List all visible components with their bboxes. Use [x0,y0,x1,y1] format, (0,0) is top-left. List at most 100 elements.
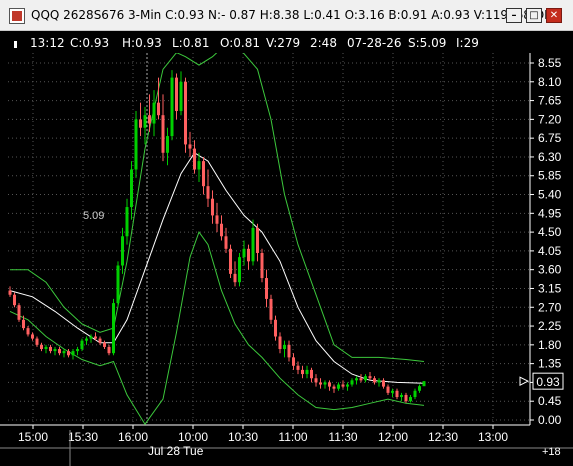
candle-down [31,334,34,339]
close-button[interactable]: ✕ [546,8,562,23]
candle-down [26,328,30,335]
y-tick-label: 5.40 [538,188,562,202]
y-tick-label: 8.10 [538,75,562,89]
minimize-button[interactable]: – [506,8,522,23]
x-tick-label: 15:30 [68,430,98,444]
candle-up [238,257,241,283]
candle-down [107,346,111,354]
candle-up [121,236,124,266]
y-tick-label: 2.70 [538,300,562,314]
scroll-marker-icon[interactable] [14,41,17,48]
candle-down [94,336,97,339]
x-tick-label: 12:00 [378,430,408,444]
candle-up [143,115,147,128]
app-icon[interactable] [9,8,25,24]
candle-up [418,386,421,391]
x-tick-label: 11:30 [328,430,357,444]
candle-up [337,384,340,389]
window-titlebar: QQQ 2628S676 3-Min C:0.93 N:- 0.87 H:8.3… [0,0,573,31]
candle-up [400,394,403,398]
chart-annotation: 5.09 [83,210,104,222]
candle-down [175,77,178,112]
candle-down [35,338,39,345]
status-open: O:0.81 [220,36,260,50]
candle-down [260,252,264,279]
candle-up [242,248,246,258]
candle-up [409,397,412,402]
candle-up [377,380,381,383]
y-tick-label: 8.55 [538,56,562,70]
candle-up [197,161,201,170]
x-tick-label: 11:00 [278,430,307,444]
y-tick-label: 6.75 [538,131,562,145]
y-tick-label: 7.20 [538,112,562,126]
candle-up [125,207,129,237]
x-tick-label: 10:30 [228,430,258,444]
candle-down [17,305,21,320]
candle-down [287,344,291,358]
candle-up [76,349,79,352]
window-title: QQQ 2628S676 3-Min C:0.93 N:- 0.87 H:8.3… [31,8,560,22]
candle-up [112,303,115,354]
candle-down [301,369,304,375]
maximize-button[interactable]: □ [526,8,542,23]
status-interval: I:29 [456,36,479,50]
candle-up [422,381,426,387]
y-tick-label: 3.60 [538,263,562,277]
candle-down [382,380,385,387]
candle-down [202,161,205,187]
candle-up [283,344,286,350]
candle-down [328,382,331,387]
candle-up [89,336,93,339]
candle-up [364,376,367,381]
candle-down [278,336,282,350]
candle-down [247,248,250,262]
candle-up [44,346,48,350]
candle-down [103,342,106,347]
candle-down [373,378,376,383]
y-tick-label: 6.30 [538,150,562,164]
candle-up [166,136,169,153]
candle-up [85,338,88,341]
candle-down [13,294,16,306]
candle-down [395,390,399,398]
candle-down [40,344,43,350]
candle-down [292,357,295,366]
y-tick-label: 4.95 [538,206,562,220]
candle-up [350,380,354,385]
y-tick-label: 4.05 [538,244,562,258]
candle-up [355,378,358,381]
candle-down [314,378,318,383]
candle-down [188,144,192,149]
status-expiry: 07-28-26 [347,36,402,50]
candle-down [269,298,273,320]
candle-down [184,81,187,145]
y-tick-label: 7.65 [538,94,562,108]
candle-up [134,119,138,170]
candle-down [296,365,300,370]
candle-up [53,349,57,352]
candle-down [215,215,219,224]
moving-average-line [9,152,425,384]
candle-down [233,273,237,283]
date-label: Jul 28 Tue [148,444,204,458]
status-high: H:0.93 [122,36,162,50]
current-price-label: 0.93 [536,375,560,389]
price-chart[interactable]: 8.55 8.10 7.65 7.20 6.75 6.30 5.85 5.40 4.95 4.50… [0,53,573,466]
candle-down [22,319,25,329]
candle-down [161,115,165,153]
status-time: 13:12 [30,36,65,50]
status-elapsed: 2:48 [310,36,337,50]
candle-down [8,290,12,295]
candle-down [359,378,363,381]
candle-down [404,394,408,402]
candle-up [152,102,156,124]
candle-down [211,198,214,216]
candle-up [323,382,327,385]
candle-up [71,351,75,356]
candle-up [346,384,349,387]
candle-down [206,186,210,199]
y-tick-label: 1.80 [538,338,562,352]
overlay-lines [9,53,425,425]
x-tick-label: 13:00 [478,430,508,444]
